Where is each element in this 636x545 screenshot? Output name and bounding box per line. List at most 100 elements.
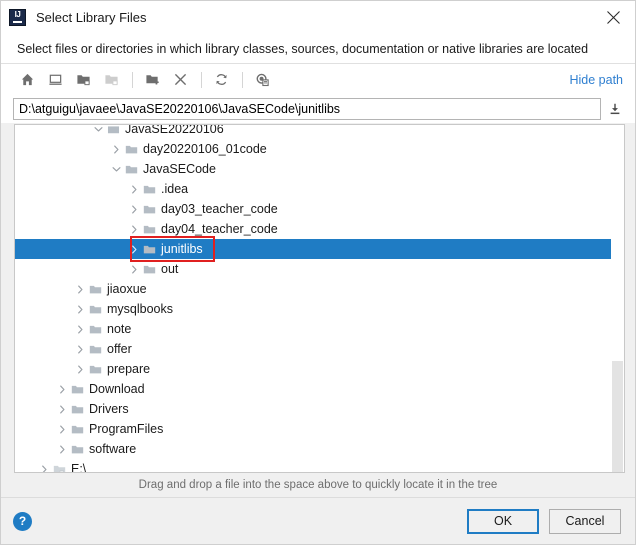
- download-icon[interactable]: [603, 98, 627, 120]
- tree-row-label: day03_teacher_code: [161, 202, 278, 216]
- tree-row-label: JavaSECode: [143, 162, 216, 176]
- tree-row-label: day20220106_01code: [143, 142, 267, 156]
- chevron-right-icon[interactable]: [55, 439, 70, 459]
- file-toolbar: Hide path: [1, 63, 635, 95]
- chevron-right-icon[interactable]: [127, 259, 142, 279]
- tree-row-label: offer: [107, 342, 132, 356]
- tree-row[interactable]: offer: [15, 339, 624, 359]
- tree-row-label: mysqlbooks: [107, 302, 173, 316]
- tree-row-label: Download: [89, 382, 145, 396]
- tree-row[interactable]: ProgramFiles: [15, 419, 624, 439]
- path-row: [1, 95, 635, 123]
- chevron-right-icon[interactable]: [73, 279, 88, 299]
- tree-row[interactable]: jiaoxue: [15, 279, 624, 299]
- chevron-right-icon[interactable]: [73, 299, 88, 319]
- window-title: Select Library Files: [36, 10, 147, 25]
- chevron-right-icon[interactable]: [73, 359, 88, 379]
- folder-icon: [142, 259, 156, 279]
- chevron-right-icon[interactable]: [127, 219, 142, 239]
- drive-icon: [52, 459, 66, 472]
- folder-icon: [70, 379, 84, 399]
- tree-row-label: .idea: [161, 182, 189, 196]
- tree-row-label: jiaoxue: [107, 282, 147, 296]
- chevron-right-icon[interactable]: [127, 179, 142, 199]
- toolbar-separator: [132, 71, 133, 88]
- folder-icon: [70, 419, 84, 439]
- tree-row[interactable]: out: [15, 259, 624, 279]
- delete-icon[interactable]: [168, 68, 193, 92]
- close-icon[interactable]: [591, 1, 635, 34]
- chevron-down-icon[interactable]: [109, 159, 124, 179]
- refresh-icon[interactable]: [209, 68, 234, 92]
- tree-row[interactable]: prepare: [15, 359, 624, 379]
- tree-row-label: Drivers: [89, 402, 129, 416]
- directory-tree[interactable]: JavaSE20220106 day20220106_01code JavaSECo…: [15, 124, 624, 472]
- tree-row-label: junitlibs: [161, 242, 203, 256]
- tree-row[interactable]: day20220106_01code: [15, 139, 624, 159]
- title-bar: Select Library Files: [1, 1, 635, 34]
- chevron-right-icon[interactable]: [73, 319, 88, 339]
- tree-scrollbar-thumb[interactable]: [612, 361, 623, 472]
- chevron-down-icon[interactable]: [91, 125, 106, 139]
- hide-path-link[interactable]: Hide path: [569, 73, 623, 87]
- tree-row-label: out: [161, 262, 179, 276]
- folder-icon: [142, 239, 156, 259]
- tree-row-label: prepare: [107, 362, 151, 376]
- directory-tree-panel[interactable]: JavaSE20220106 day20220106_01code JavaSECo…: [14, 124, 625, 473]
- show-hidden-files-icon[interactable]: [250, 68, 275, 92]
- chevron-right-icon[interactable]: [37, 459, 52, 472]
- tree-row-label: software: [89, 442, 137, 456]
- tree-row-label: E:\: [71, 462, 87, 472]
- tree-row[interactable]: junitlibs: [15, 239, 624, 259]
- tree-row-label: ProgramFiles: [89, 422, 164, 436]
- new-folder-icon[interactable]: [140, 68, 165, 92]
- path-input[interactable]: [13, 98, 601, 120]
- folder-icon: [124, 159, 138, 179]
- folder-icon: [88, 339, 102, 359]
- tree-row[interactable]: note: [15, 319, 624, 339]
- dialog-footer: ? OK Cancel: [1, 497, 635, 544]
- folder-icon: [142, 219, 156, 239]
- tree-row[interactable]: JavaSECode: [15, 159, 624, 179]
- help-icon[interactable]: ?: [13, 511, 32, 531]
- cancel-button[interactable]: Cancel: [549, 508, 621, 534]
- folder-icon: [88, 319, 102, 339]
- dialog-description: Select files or directories in which lib…: [1, 34, 635, 63]
- folder-open-icon: [106, 125, 120, 139]
- tree-scrollbar[interactable]: [611, 125, 624, 472]
- folder-icon: [70, 399, 84, 419]
- tree-row[interactable]: day04_teacher_code: [15, 219, 624, 239]
- tree-row[interactable]: JavaSE20220106: [15, 124, 624, 139]
- folder-icon: [70, 439, 84, 459]
- chevron-right-icon[interactable]: [109, 139, 124, 159]
- intellij-idea-icon: [9, 9, 26, 26]
- tree-row-label: note: [107, 322, 132, 336]
- folder-icon: [142, 179, 156, 199]
- tree-row[interactable]: Download: [15, 379, 624, 399]
- ok-button[interactable]: OK: [467, 508, 539, 534]
- chevron-right-icon[interactable]: [127, 239, 142, 259]
- toolbar-separator: [242, 71, 243, 88]
- folder-icon: [88, 299, 102, 319]
- folder-up-disabled-icon: [99, 68, 124, 92]
- tree-row[interactable]: E:\: [15, 459, 624, 472]
- home-icon[interactable]: [15, 68, 40, 92]
- folder-icon: [88, 359, 102, 379]
- tree-row[interactable]: mysqlbooks: [15, 299, 624, 319]
- tree-row[interactable]: .idea: [15, 179, 624, 199]
- folder-up-icon[interactable]: [71, 68, 96, 92]
- tree-row[interactable]: day03_teacher_code: [15, 199, 624, 219]
- desktop-icon[interactable]: [43, 68, 68, 92]
- tree-row[interactable]: Drivers: [15, 399, 624, 419]
- tree-row[interactable]: software: [15, 439, 624, 459]
- folder-icon: [88, 279, 102, 299]
- chevron-right-icon[interactable]: [73, 339, 88, 359]
- tree-row-label: JavaSE20220106: [125, 124, 224, 136]
- folder-icon: [124, 139, 138, 159]
- chevron-right-icon[interactable]: [127, 199, 142, 219]
- tree-row-label: day04_teacher_code: [161, 222, 278, 236]
- chevron-right-icon[interactable]: [55, 419, 70, 439]
- chevron-right-icon[interactable]: [55, 399, 70, 419]
- toolbar-separator: [201, 71, 202, 88]
- chevron-right-icon[interactable]: [55, 379, 70, 399]
